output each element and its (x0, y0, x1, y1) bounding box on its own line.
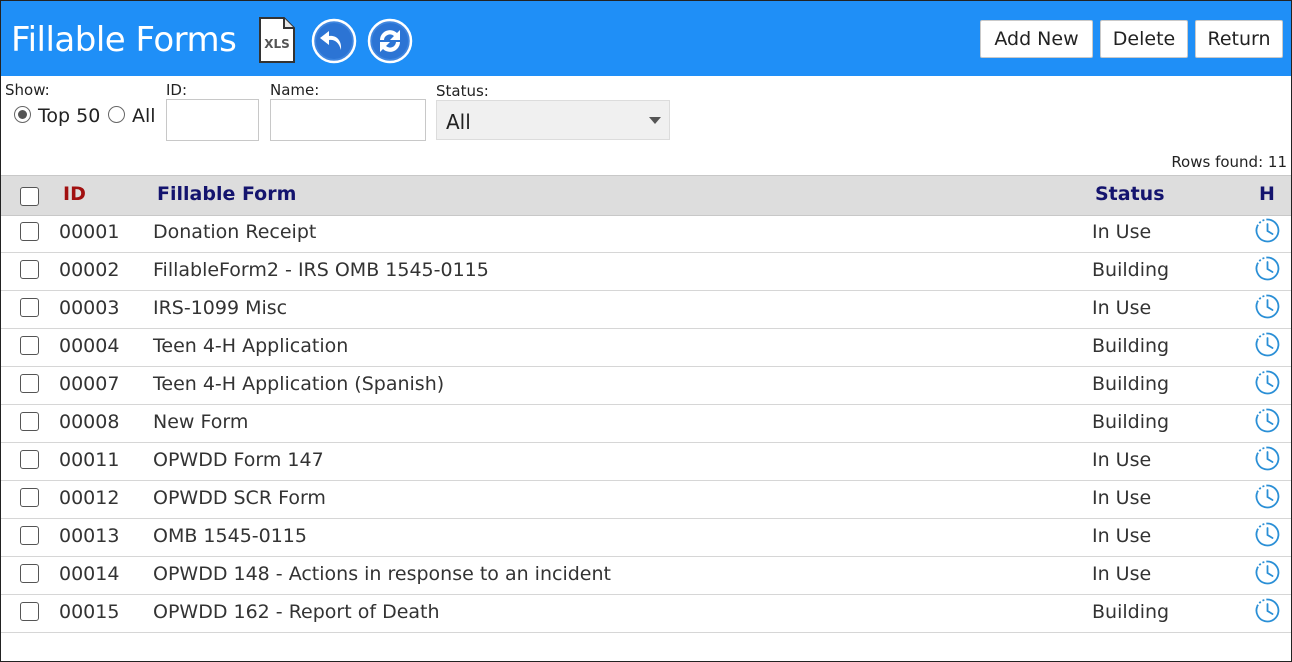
history-clock-icon[interactable] (1254, 331, 1281, 358)
row-form-name[interactable]: FillableForm2 - IRS OMB 1545-0115 (153, 259, 489, 281)
xls-export-icon[interactable]: XLS (257, 16, 297, 68)
row-form-name[interactable]: New Form (153, 411, 248, 433)
table-row[interactable]: 00004 Teen 4-H Application Building (1, 329, 1291, 367)
history-clock-icon[interactable] (1254, 369, 1281, 396)
row-id: 00015 (59, 601, 120, 623)
show-top50-radio[interactable] (14, 106, 31, 123)
row-status: In Use (1092, 297, 1152, 319)
table-row[interactable]: 00015 OPWDD 162 - Report of Death Building (1, 595, 1291, 633)
row-status: Building (1092, 373, 1170, 395)
app-window: Fillable Forms XLS Add New Delete Return… (0, 0, 1292, 662)
row-checkbox[interactable] (20, 374, 39, 393)
history-clock-icon[interactable] (1254, 483, 1281, 510)
row-id: 00007 (59, 373, 120, 395)
header-bar: Fillable Forms XLS Add New Delete Return (1, 1, 1291, 76)
history-clock-icon[interactable] (1254, 559, 1281, 586)
history-clock-icon[interactable] (1254, 521, 1281, 548)
row-checkbox[interactable] (20, 564, 39, 583)
row-form-name[interactable]: OPWDD 148 - Actions in response to an in… (153, 563, 611, 585)
history-clock-icon[interactable] (1254, 255, 1281, 282)
undo-icon[interactable] (311, 18, 357, 68)
table-row[interactable]: 00003 IRS-1099 Misc In Use (1, 291, 1291, 329)
table-row[interactable]: 00012 OPWDD SCR Form In Use (1, 481, 1291, 519)
table-row[interactable]: 00007 Teen 4-H Application (Spanish) Build… (1, 367, 1291, 405)
row-form-name[interactable]: Teen 4-H Application (153, 335, 348, 357)
row-id: 00008 (59, 411, 120, 433)
column-header-history: H (1259, 183, 1275, 205)
show-all-label: All (132, 105, 156, 127)
row-id: 00002 (59, 259, 120, 281)
row-status: Building (1092, 411, 1170, 433)
id-filter-label: ID: (166, 81, 188, 99)
refresh-icon[interactable] (367, 18, 413, 68)
row-id: 00014 (59, 563, 120, 585)
row-id: 00003 (59, 297, 120, 319)
add-new-button[interactable]: Add New (980, 20, 1093, 58)
row-checkbox[interactable] (20, 602, 39, 621)
table-row[interactable]: 00013 OMB 1545-0115 In Use (1, 519, 1291, 557)
row-status: In Use (1092, 525, 1152, 547)
row-form-name[interactable]: IRS-1099 Misc (153, 297, 287, 319)
row-form-name[interactable]: OPWDD 162 - Report of Death (153, 601, 440, 623)
row-status: Building (1092, 601, 1170, 623)
row-id: 00004 (59, 335, 120, 357)
row-checkbox[interactable] (20, 412, 39, 431)
rows-found-count: Rows found: 11 (1171, 153, 1287, 171)
column-header-status[interactable]: Status (1095, 183, 1165, 205)
status-filter-value: All (446, 110, 471, 134)
show-label: Show: (5, 81, 50, 99)
status-filter-label: Status: (436, 82, 489, 100)
return-button[interactable]: Return (1195, 20, 1283, 58)
show-all-radio[interactable] (108, 106, 125, 123)
row-checkbox[interactable] (20, 222, 39, 241)
name-filter-input[interactable] (270, 99, 426, 141)
row-checkbox[interactable] (20, 298, 39, 317)
table-row[interactable]: 00011 OPWDD Form 147 In Use (1, 443, 1291, 481)
chevron-down-icon (649, 117, 661, 124)
xls-icon-label: XLS (264, 37, 290, 51)
table-header: ID Fillable Form Status H (1, 175, 1291, 216)
row-id: 00001 (59, 221, 120, 243)
row-status: Building (1092, 335, 1170, 357)
row-form-name[interactable]: Teen 4-H Application (Spanish) (153, 373, 444, 395)
id-filter-input[interactable] (166, 99, 259, 141)
name-filter-label: Name: (270, 81, 320, 99)
history-clock-icon[interactable] (1254, 217, 1281, 244)
row-checkbox[interactable] (20, 488, 39, 507)
table-row[interactable]: 00008 New Form Building (1, 405, 1291, 443)
column-header-id[interactable]: ID (63, 183, 86, 205)
row-status: Building (1092, 259, 1170, 281)
row-checkbox[interactable] (20, 336, 39, 355)
row-status: In Use (1092, 563, 1152, 585)
row-status: In Use (1092, 221, 1152, 243)
row-form-name[interactable]: Donation Receipt (153, 221, 316, 243)
table-row[interactable]: 00001 Donation Receipt In Use (1, 215, 1291, 253)
row-status: In Use (1092, 487, 1152, 509)
show-top50-label: Top 50 (38, 105, 101, 127)
column-header-fillable-form[interactable]: Fillable Form (157, 183, 296, 205)
history-clock-icon[interactable] (1254, 293, 1281, 320)
row-form-name[interactable]: OPWDD SCR Form (153, 487, 326, 509)
row-form-name[interactable]: OPWDD Form 147 (153, 449, 324, 471)
row-checkbox[interactable] (20, 526, 39, 545)
select-all-checkbox[interactable] (20, 187, 39, 206)
table-row[interactable]: 00014 OPWDD 148 - Actions in response to … (1, 557, 1291, 595)
row-form-name[interactable]: OMB 1545-0115 (153, 525, 307, 547)
row-checkbox[interactable] (20, 450, 39, 469)
row-id: 00012 (59, 487, 120, 509)
row-status: In Use (1092, 449, 1152, 471)
history-clock-icon[interactable] (1254, 445, 1281, 472)
history-clock-icon[interactable] (1254, 407, 1281, 434)
page-title: Fillable Forms (11, 20, 237, 60)
status-filter-select[interactable]: All (436, 100, 670, 140)
delete-button[interactable]: Delete (1100, 20, 1188, 58)
row-id: 00013 (59, 525, 120, 547)
row-id: 00011 (59, 449, 120, 471)
history-clock-icon[interactable] (1254, 597, 1281, 624)
row-checkbox[interactable] (20, 260, 39, 279)
table-row[interactable]: 00002 FillableForm2 - IRS OMB 1545-0115 Bu… (1, 253, 1291, 291)
